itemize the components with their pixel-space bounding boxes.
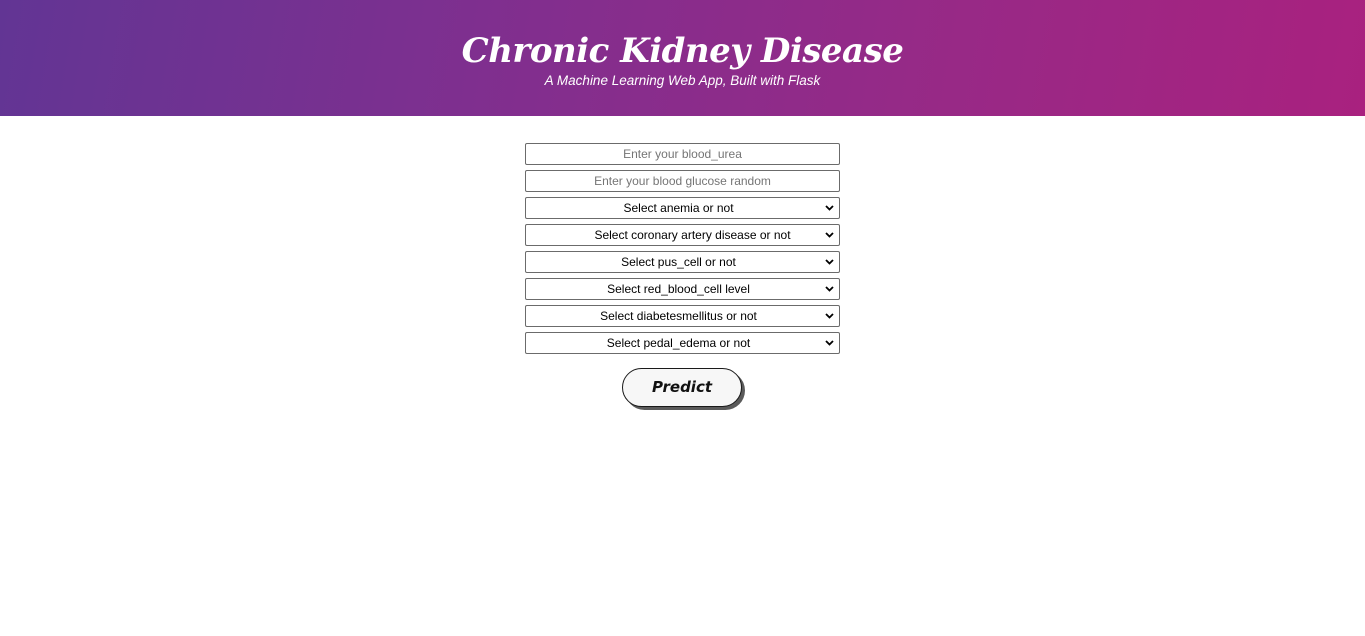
diabetes-mellitus-select-value: Select diabetesmellitus or not xyxy=(600,309,757,323)
page-title: Chronic Kidney Disease xyxy=(461,31,904,71)
anemia-select[interactable]: Select anemia or not xyxy=(525,197,840,219)
diabetes-mellitus-select[interactable]: Select diabetesmellitus or not xyxy=(525,305,840,327)
chevron-down-icon xyxy=(825,232,834,238)
page-header: Chronic Kidney Disease A Machine Learnin… xyxy=(0,0,1365,116)
pus-cell-select-value: Select pus_cell or not xyxy=(621,255,736,269)
predict-button-wrap: Predict xyxy=(622,368,742,407)
chevron-down-icon xyxy=(825,205,834,211)
chevron-down-icon xyxy=(825,340,834,346)
anemia-select-value: Select anemia or not xyxy=(623,201,734,215)
blood-glucose-random-input[interactable]: Enter your blood glucose random xyxy=(525,170,840,192)
predict-button[interactable]: Predict xyxy=(622,368,742,407)
coronary-artery-disease-select-value: Select coronary artery disease or not xyxy=(594,228,791,242)
page-subtitle: A Machine Learning Web App, Built with F… xyxy=(544,73,821,88)
red-blood-cell-select-value: Select red_blood_cell level xyxy=(607,282,750,296)
pedal-edema-select-value: Select pedal_edema or not xyxy=(606,336,751,350)
chevron-down-icon xyxy=(825,259,834,265)
prediction-form: Enter your blood_urea Enter your blood g… xyxy=(525,143,840,359)
coronary-artery-disease-select[interactable]: Select coronary artery disease or not xyxy=(525,224,840,246)
pedal-edema-select[interactable]: Select pedal_edema or not xyxy=(525,332,840,354)
pus-cell-select[interactable]: Select pus_cell or not xyxy=(525,251,840,273)
blood-urea-input[interactable]: Enter your blood_urea xyxy=(525,143,840,165)
red-blood-cell-select[interactable]: Select red_blood_cell level xyxy=(525,278,840,300)
chevron-down-icon xyxy=(825,286,834,292)
chevron-down-icon xyxy=(825,313,834,319)
